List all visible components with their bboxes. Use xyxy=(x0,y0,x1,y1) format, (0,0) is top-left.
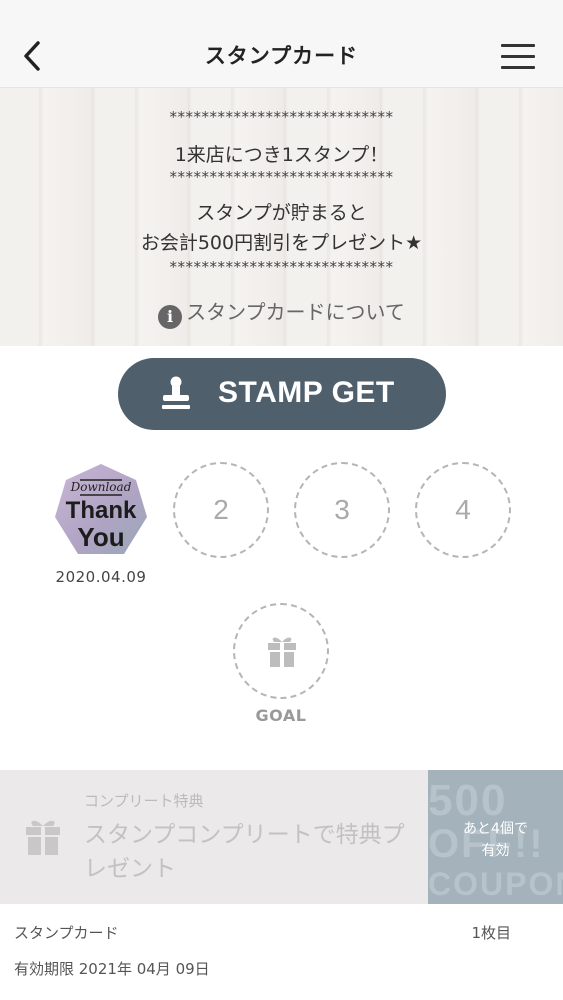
complete-text: スタンプコンプリートで特典プレゼント xyxy=(84,822,405,882)
complete-reward-section[interactable]: コンプリート特典 スタンプコンプリートで特典プレゼント 500 OFF!! CO… xyxy=(0,770,563,904)
info-line: お会計500円割引をプレゼント★ xyxy=(140,232,423,254)
stamp-text-download: Download xyxy=(70,480,132,494)
info-icon: i xyxy=(158,305,183,329)
coupon-deco-text: COUPON xyxy=(428,866,563,902)
stamp-get-button[interactable]: STAMP GET xyxy=(118,358,446,430)
info-banner: **************************** 1来店につき1スタンプ… xyxy=(0,88,563,346)
stamp-slot: 2 xyxy=(173,462,269,558)
card-footer: スタンプカード 1枚目 有効期限 2021年 04月 09日 xyxy=(0,904,563,1000)
gift-icon xyxy=(268,637,296,667)
thank-you-stamp: Download Thank You xyxy=(55,464,147,554)
gift-icon xyxy=(26,820,60,855)
card-label: スタンプカード xyxy=(14,924,119,942)
about-label: スタンプカードについて xyxy=(186,300,405,324)
stamp-text-thank: Thank xyxy=(66,497,137,524)
slot-number: 2 xyxy=(213,494,229,525)
goal-slot xyxy=(233,603,329,699)
stamp-slot: 4 xyxy=(415,462,511,558)
navbar: スタンプカード xyxy=(0,0,563,88)
stamp-icon xyxy=(162,376,190,409)
complete-caption: コンプリート特典 xyxy=(84,792,204,810)
stars-divider: **************************** xyxy=(169,168,394,186)
stamp-text-you: You xyxy=(77,522,124,552)
coupon-image: 500 OFF!! COUPON あと4個で 有効 xyxy=(428,770,563,904)
hamburger-menu-icon[interactable] xyxy=(501,44,535,70)
slot-number: 3 xyxy=(334,494,350,525)
stamp-slot: 3 xyxy=(294,462,390,558)
coupon-remaining: あと4個で 有効 xyxy=(428,818,563,862)
coupon-remaining-line: 有効 xyxy=(481,843,510,859)
about-stamp-card-link[interactable]: i スタンプカードについて xyxy=(0,296,563,329)
slot-number: 4 xyxy=(455,494,471,525)
info-line: スタンプが貯まると xyxy=(196,202,367,224)
info-line: 1来店につき1スタンプ！ xyxy=(174,144,389,166)
card-count: 1枚目 xyxy=(471,924,511,942)
coupon-remaining-line: あと4個で xyxy=(463,821,528,837)
stars-divider: **************************** xyxy=(169,108,394,126)
page-title: スタンプカード xyxy=(204,44,359,68)
stars-divider: **************************** xyxy=(169,258,394,276)
goal-label: GOAL xyxy=(255,706,307,725)
stamp-date: 2020.04.09 xyxy=(55,568,147,586)
expiry-date: 有効期限 2021年 04月 09日 xyxy=(14,960,210,978)
stamp-get-label: STAMP GET xyxy=(218,376,395,409)
